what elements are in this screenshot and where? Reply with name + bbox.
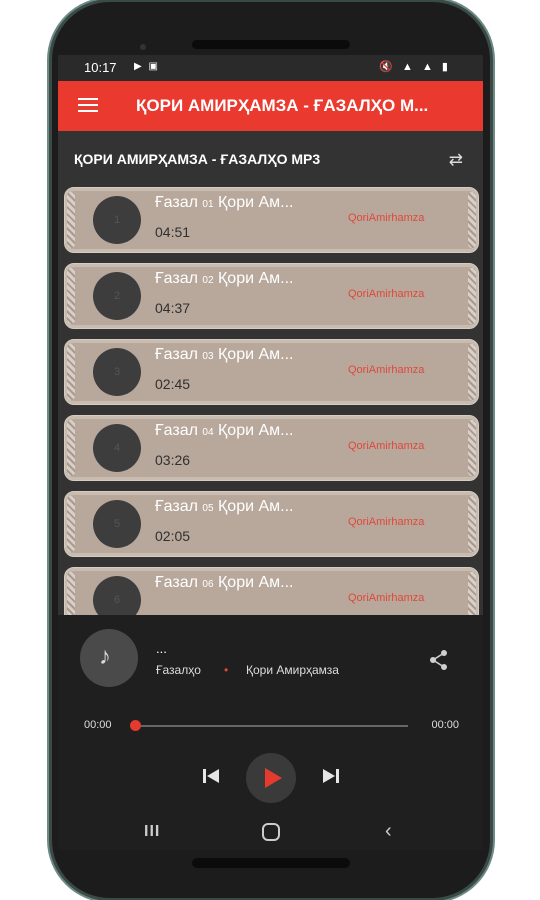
track-duration: 04:51 xyxy=(155,224,191,240)
track-duration: 02:45 xyxy=(155,376,191,392)
now-playing-title: ... xyxy=(156,641,167,656)
track-list-area: ҚОРИ АМИРҲАМЗА - ҒАЗАЛҲО MP3 ⇄ 1 Ғазал 01… xyxy=(58,131,483,633)
track-number: 04 xyxy=(202,427,214,438)
camera-dot xyxy=(140,44,146,50)
now-playing-separator: • xyxy=(224,663,229,677)
status-notification-icons: ▶ ▣ xyxy=(134,61,160,72)
ornament-right xyxy=(468,344,476,400)
now-playing-artist: Қори Амирҳамза xyxy=(246,663,339,677)
share-icon[interactable] xyxy=(429,649,449,671)
track-artist: QoriAmirhamza xyxy=(348,592,425,604)
ornament-left xyxy=(67,192,75,248)
track-artist: QoriAmirhamza xyxy=(348,212,425,224)
track-title-prefix: Ғазал xyxy=(155,270,198,287)
track-title: Ғазал 04 Қори Ам... xyxy=(155,422,294,440)
ornament-right xyxy=(468,496,476,552)
track-item[interactable]: 1 Ғазал 01 Қори Ам... 04:51 QoriAmirhamza xyxy=(64,187,479,253)
playlist-header: ҚОРИ АМИРҲАМЗА - ҒАЗАЛҲО MP3 ⇄ xyxy=(58,137,483,177)
ornament-right xyxy=(468,268,476,324)
track-title-prefix: Ғазал xyxy=(155,574,198,591)
track-number: 06 xyxy=(202,579,214,590)
music-note-icon: ♪ xyxy=(99,643,111,670)
track-title-rest: Қори Ам... xyxy=(217,574,294,591)
track-disc-icon: 5 xyxy=(93,500,141,548)
app-title: ҚОРИ АМИРҲАМЗА - ҒАЗАЛҲО М... xyxy=(136,96,429,115)
track-number: 01 xyxy=(202,199,214,210)
track-number: 02 xyxy=(202,275,214,286)
play-button[interactable] xyxy=(246,753,296,803)
seek-bar[interactable] xyxy=(130,720,408,731)
track-artist: QoriAmirhamza xyxy=(348,440,425,452)
ornament-right xyxy=(468,420,476,476)
app-bar: ҚОРИ АМИРҲАМЗА - ҒАЗАЛҲО М... xyxy=(58,81,483,131)
track-title: Ғазал 05 Қори Ам... xyxy=(155,498,294,516)
track-title: Ғазал 06 Қори Ам... xyxy=(155,574,294,592)
track-number: 05 xyxy=(202,503,214,514)
ornament-left xyxy=(67,268,75,324)
track-disc-icon: 2 xyxy=(93,272,141,320)
track-duration: 04:37 xyxy=(155,300,191,316)
elapsed-time: 00:00 xyxy=(84,719,112,731)
track-number: 03 xyxy=(202,351,214,362)
status-bar: 10:17 ▶ ▣ 🔇 ▲ ▲ ▮ xyxy=(58,55,483,81)
screen: 10:17 ▶ ▣ 🔇 ▲ ▲ ▮ ҚОРИ АМИРҲАМЗА - ҒАЗАЛ… xyxy=(58,55,483,850)
track-title: Ғазал 02 Қори Ам... xyxy=(155,270,294,288)
status-time: 10:17 xyxy=(84,60,117,75)
track-title-rest: Қори Ам... xyxy=(217,498,294,515)
track-item[interactable]: 5 Ғазал 05 Қори Ам... 02:05 QoriAmirhamza xyxy=(64,491,479,557)
bottom-speaker xyxy=(192,858,350,868)
track-title: Ғазал 01 Қори Ам... xyxy=(155,194,294,212)
track-duration: 02:05 xyxy=(155,528,191,544)
previous-track-button[interactable] xyxy=(200,765,222,787)
repeat-icon[interactable]: ⇄ xyxy=(449,150,463,170)
track-title-rest: Қори Ам... xyxy=(217,270,294,287)
next-track-button[interactable] xyxy=(320,765,342,787)
phone-frame: 10:17 ▶ ▣ 🔇 ▲ ▲ ▮ ҚОРИ АМИРҲАМЗА - ҒАЗАЛ… xyxy=(52,2,490,898)
now-playing-album: Ғазалҳо xyxy=(156,663,201,677)
track-artist: QoriAmirhamza xyxy=(348,288,425,300)
ornament-left xyxy=(67,496,75,552)
recents-icon[interactable]: III xyxy=(144,823,160,841)
track-title-rest: Қори Ам... xyxy=(217,346,294,363)
track-item[interactable]: 2 Ғазал 02 Қори Ам... 04:37 QoriAmirhamza xyxy=(64,263,479,329)
track-title-rest: Қори Ам... xyxy=(217,422,294,439)
track-item[interactable]: 4 Ғазал 04 Қори Ам... 03:26 QoriAmirhamza xyxy=(64,415,479,481)
track-title-rest: Қори Ам... xyxy=(217,194,294,211)
track-item[interactable]: 3 Ғазал 03 Қори Ам... 02:45 QoriAmirhamza xyxy=(64,339,479,405)
mini-player: ♪ ... Ғазалҳо • Қори Амирҳамза 00:00 00:… xyxy=(58,615,483,850)
ornament-left xyxy=(67,420,75,476)
seek-thumb[interactable] xyxy=(130,720,141,731)
track-disc-icon: 1 xyxy=(93,196,141,244)
track-title: Ғазал 03 Қори Ам... xyxy=(155,346,294,364)
status-system-icons: 🔇 ▲ ▲ ▮ xyxy=(379,61,451,73)
playlist-title: ҚОРИ АМИРҲАМЗА - ҒАЗАЛҲО MP3 xyxy=(74,151,321,167)
track-title-prefix: Ғазал xyxy=(155,194,198,211)
play-icon xyxy=(265,768,282,788)
earpiece-speaker xyxy=(192,40,350,49)
track-disc-icon: 4 xyxy=(93,424,141,472)
ornament-right xyxy=(468,192,476,248)
track-title-prefix: Ғазал xyxy=(155,422,198,439)
home-icon[interactable] xyxy=(262,823,280,841)
track-artist: QoriAmirhamza xyxy=(348,364,425,376)
back-icon[interactable]: ‹ xyxy=(385,820,392,843)
system-nav-bar: III ‹ xyxy=(58,815,483,850)
total-time: 00:00 xyxy=(431,719,459,731)
ornament-left xyxy=(67,344,75,400)
track-title-prefix: Ғазал xyxy=(155,346,198,363)
track-disc-icon: 3 xyxy=(93,348,141,396)
hamburger-icon[interactable] xyxy=(78,98,98,114)
track-title-prefix: Ғазал xyxy=(155,498,198,515)
track-artist: QoriAmirhamza xyxy=(348,516,425,528)
album-cover[interactable]: ♪ xyxy=(80,629,138,687)
track-duration: 03:26 xyxy=(155,452,191,468)
